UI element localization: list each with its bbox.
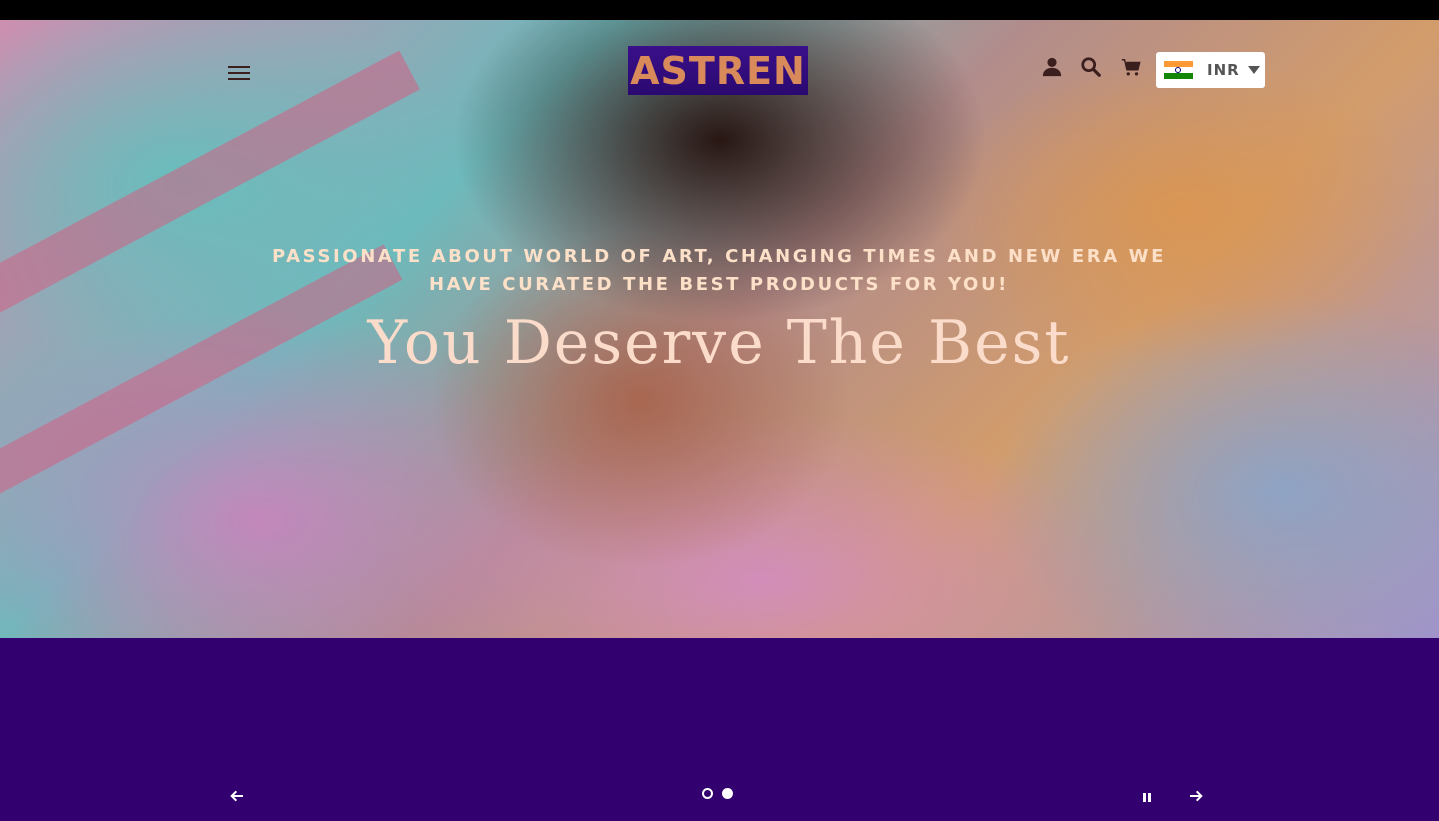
search-icon[interactable] (1077, 54, 1105, 80)
india-flag-icon (1164, 60, 1193, 80)
logo-text: ASTREN (630, 48, 806, 93)
hero-tagline: PASSIONATE ABOUT WORLD OF ART, CHANGING … (272, 246, 1166, 295)
site-logo[interactable]: ASTREN (628, 46, 808, 95)
next-arrow-icon[interactable] (1183, 784, 1209, 808)
chevron-down-icon (1247, 66, 1260, 74)
currency-selector[interactable]: INR (1156, 52, 1265, 88)
slide-dots (702, 788, 733, 799)
cart-icon[interactable] (1117, 54, 1145, 80)
currency-code: INR (1207, 61, 1240, 79)
user-icon[interactable] (1038, 54, 1066, 80)
pause-icon[interactable] (1136, 786, 1158, 808)
hamburger-icon[interactable] (226, 62, 252, 86)
prev-arrow-icon[interactable] (224, 784, 250, 808)
slide-dot-2[interactable] (722, 788, 733, 799)
top-bar (0, 0, 1439, 20)
hero-headline: You Deserve The Best (367, 308, 1071, 378)
slide-dot-1[interactable] (702, 788, 713, 799)
